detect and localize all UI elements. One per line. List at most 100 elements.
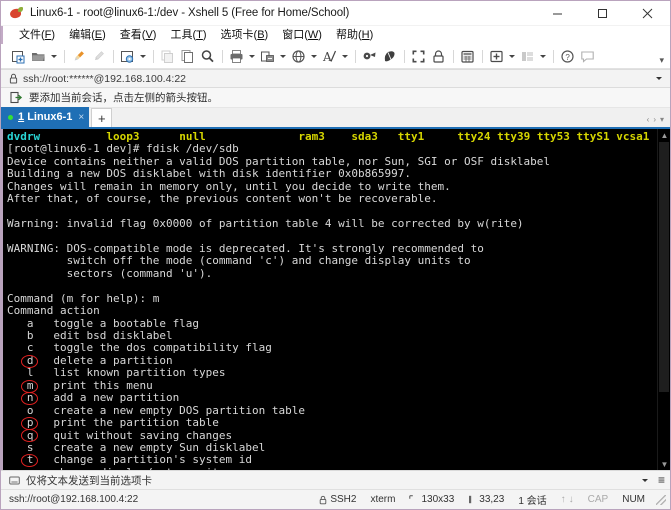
session-properties-caret-icon[interactable] [138, 47, 147, 66]
toolbar-overflow-icon[interactable]: ▾ [659, 55, 664, 66]
resize-grip[interactable] [656, 494, 666, 505]
window-controls [535, 1, 670, 26]
add-session-icon[interactable] [10, 91, 23, 104]
ssh-key-icon[interactable] [360, 47, 379, 66]
scrollbar-thumb[interactable] [659, 142, 669, 392]
lock-screen-icon[interactable] [429, 47, 448, 66]
calculator-icon[interactable] [458, 47, 477, 66]
ls-entries-device: loop3 null ram3 sda3 tty1 tty24 tty39 tt… [40, 130, 650, 143]
terminal-scrollbar[interactable]: ▲ ▼ [657, 129, 670, 470]
open-folder-caret-icon[interactable] [49, 47, 58, 66]
transfer-icon[interactable] [258, 47, 277, 66]
send-to-label: 仅将文本发送到当前选项卡 [26, 474, 152, 487]
terminal-line: c toggle the dos compatibility flag [7, 341, 272, 355]
scroll-down-icon[interactable]: ▼ [658, 458, 670, 470]
scroll-up-icon[interactable]: ▲ [658, 129, 670, 141]
globe-icon[interactable] [289, 47, 308, 66]
find-icon[interactable] [198, 47, 217, 66]
open-folder-icon[interactable] [29, 47, 48, 66]
new-session-icon[interactable] [9, 47, 28, 66]
maximize-button[interactable] [580, 1, 625, 26]
menu-help[interactable]: 帮助(H) [329, 26, 380, 44]
menu-tools-tail: ) [202, 29, 207, 41]
transfer-caret-icon[interactable] [278, 47, 287, 66]
new-tab-button[interactable]: + [91, 108, 113, 127]
address-dropdown-icon[interactable] [656, 77, 662, 80]
address-input[interactable]: ssh://root:******@192.168.100.4:22 [23, 73, 186, 85]
menu-file-tail: ) [51, 29, 56, 41]
tab-close-icon[interactable]: × [78, 112, 84, 123]
lock-icon [320, 495, 327, 504]
menu-tools[interactable]: 工具(T) [163, 26, 213, 44]
tab-name: Linux6-1 [27, 111, 73, 123]
status-cursor-pos: 33,23 [461, 494, 511, 505]
status-cursor-label: 33,23 [479, 494, 505, 505]
minimize-button[interactable] [535, 1, 580, 26]
add-session-hint-bar: 要添加当前会话，点击左侧的箭头按钮。 [1, 88, 670, 108]
status-transfer-arrows: ↑ ↓ [554, 494, 581, 505]
status-num: NUM [622, 494, 645, 505]
window-title: Linux6-1 - root@linux6-1:/dev - Xshell 5… [30, 7, 350, 19]
send-to-bar[interactable]: 仅将文本发送到当前选项卡 ≡ [1, 470, 670, 489]
toolbar-separator [553, 49, 554, 63]
terminal-area: dvdrw loop3 null ram3 sda3 tty1 tty24 tt… [1, 129, 670, 470]
terminal-screen[interactable]: dvdrw loop3 null ram3 sda3 tty1 tty24 tt… [3, 129, 657, 470]
menu-edit[interactable]: 编辑(E) [62, 26, 113, 44]
globe-caret-icon[interactable] [309, 47, 318, 66]
help-icon[interactable]: ? [558, 47, 577, 66]
toolbar-separator [113, 49, 114, 63]
layout-icon [518, 47, 537, 66]
status-protocol-label: SSH2 [330, 494, 357, 505]
print-icon[interactable] [227, 47, 246, 66]
fullscreen-icon[interactable] [409, 47, 428, 66]
toolbar-separator [404, 49, 405, 63]
tab-label: 1 Linux6-1 [18, 111, 72, 123]
tab-next-icon[interactable]: › [653, 115, 656, 124]
keyboard-icon [9, 475, 20, 486]
terminal-line: switch off the mode (command 'c') and ch… [7, 254, 471, 268]
toolbar-separator [355, 49, 356, 63]
screen-icon [409, 495, 414, 499]
tab-linux6-1[interactable]: 1 Linux6-1 × [1, 107, 90, 127]
copy-icon[interactable] [178, 47, 197, 66]
font-caret-icon[interactable] [340, 47, 349, 66]
send-to-menu-icon[interactable]: ≡ [658, 474, 665, 486]
font-icon[interactable]: A [320, 47, 339, 66]
menu-view-tail: ) [152, 29, 157, 41]
terminal-line: l list known partition types [7, 366, 226, 380]
upload-arrow-icon: ↑ [560, 494, 566, 505]
add-session-hint-text: 要添加当前会话，点击左侧的箭头按钮。 [29, 92, 218, 104]
menu-file[interactable]: 文件(F) [12, 26, 62, 44]
add-panel-caret-icon[interactable] [507, 47, 516, 66]
menu-tools-text: 工具( [170, 29, 197, 41]
toolbar-separator [482, 49, 483, 63]
menu-tab[interactable]: 选项卡(B) [214, 26, 276, 44]
session-properties-icon[interactable] [118, 47, 137, 66]
pencil-icon [89, 47, 108, 66]
menu-view[interactable]: 查看(V) [113, 26, 164, 44]
lock-key-icon[interactable] [380, 47, 399, 66]
add-panel-icon[interactable] [487, 47, 506, 66]
layout-caret-icon [538, 47, 547, 66]
menu-tools-mnemonic: T [196, 29, 203, 41]
terminal-line: sectors (command 'u'). [7, 266, 213, 280]
tab-menu-icon[interactable]: ▾ [660, 115, 664, 124]
highlight-pen-icon[interactable] [69, 47, 88, 66]
address-bar[interactable]: ssh://root:******@192.168.100.4:22 [1, 69, 670, 88]
print-caret-icon[interactable] [247, 47, 256, 66]
menu-tab-text: 选项卡( [220, 29, 258, 41]
close-button[interactable] [625, 1, 670, 26]
menu-bar: 文件(F) 编辑(E) 查看(V) 工具(T) 选项卡(B) 窗口(W) 帮助(… [1, 26, 670, 44]
tab-prev-icon[interactable]: ‹ [647, 115, 650, 124]
status-protocol: SSH2 [312, 494, 363, 505]
menu-help-tail: ) [369, 29, 374, 41]
send-to-caret-icon[interactable] [642, 478, 648, 482]
comment-icon[interactable] [578, 47, 597, 66]
svg-text:A: A [322, 50, 332, 64]
status-bar: ssh://root@192.168.100.4:22 SSH2 xterm 1… [1, 489, 670, 509]
menu-window-text: 窗口( [282, 29, 308, 41]
status-terminal-type: xterm [370, 494, 396, 505]
terminal-line: t change a partition's system id [7, 453, 253, 467]
menu-window[interactable]: 窗口(W) [275, 26, 329, 44]
